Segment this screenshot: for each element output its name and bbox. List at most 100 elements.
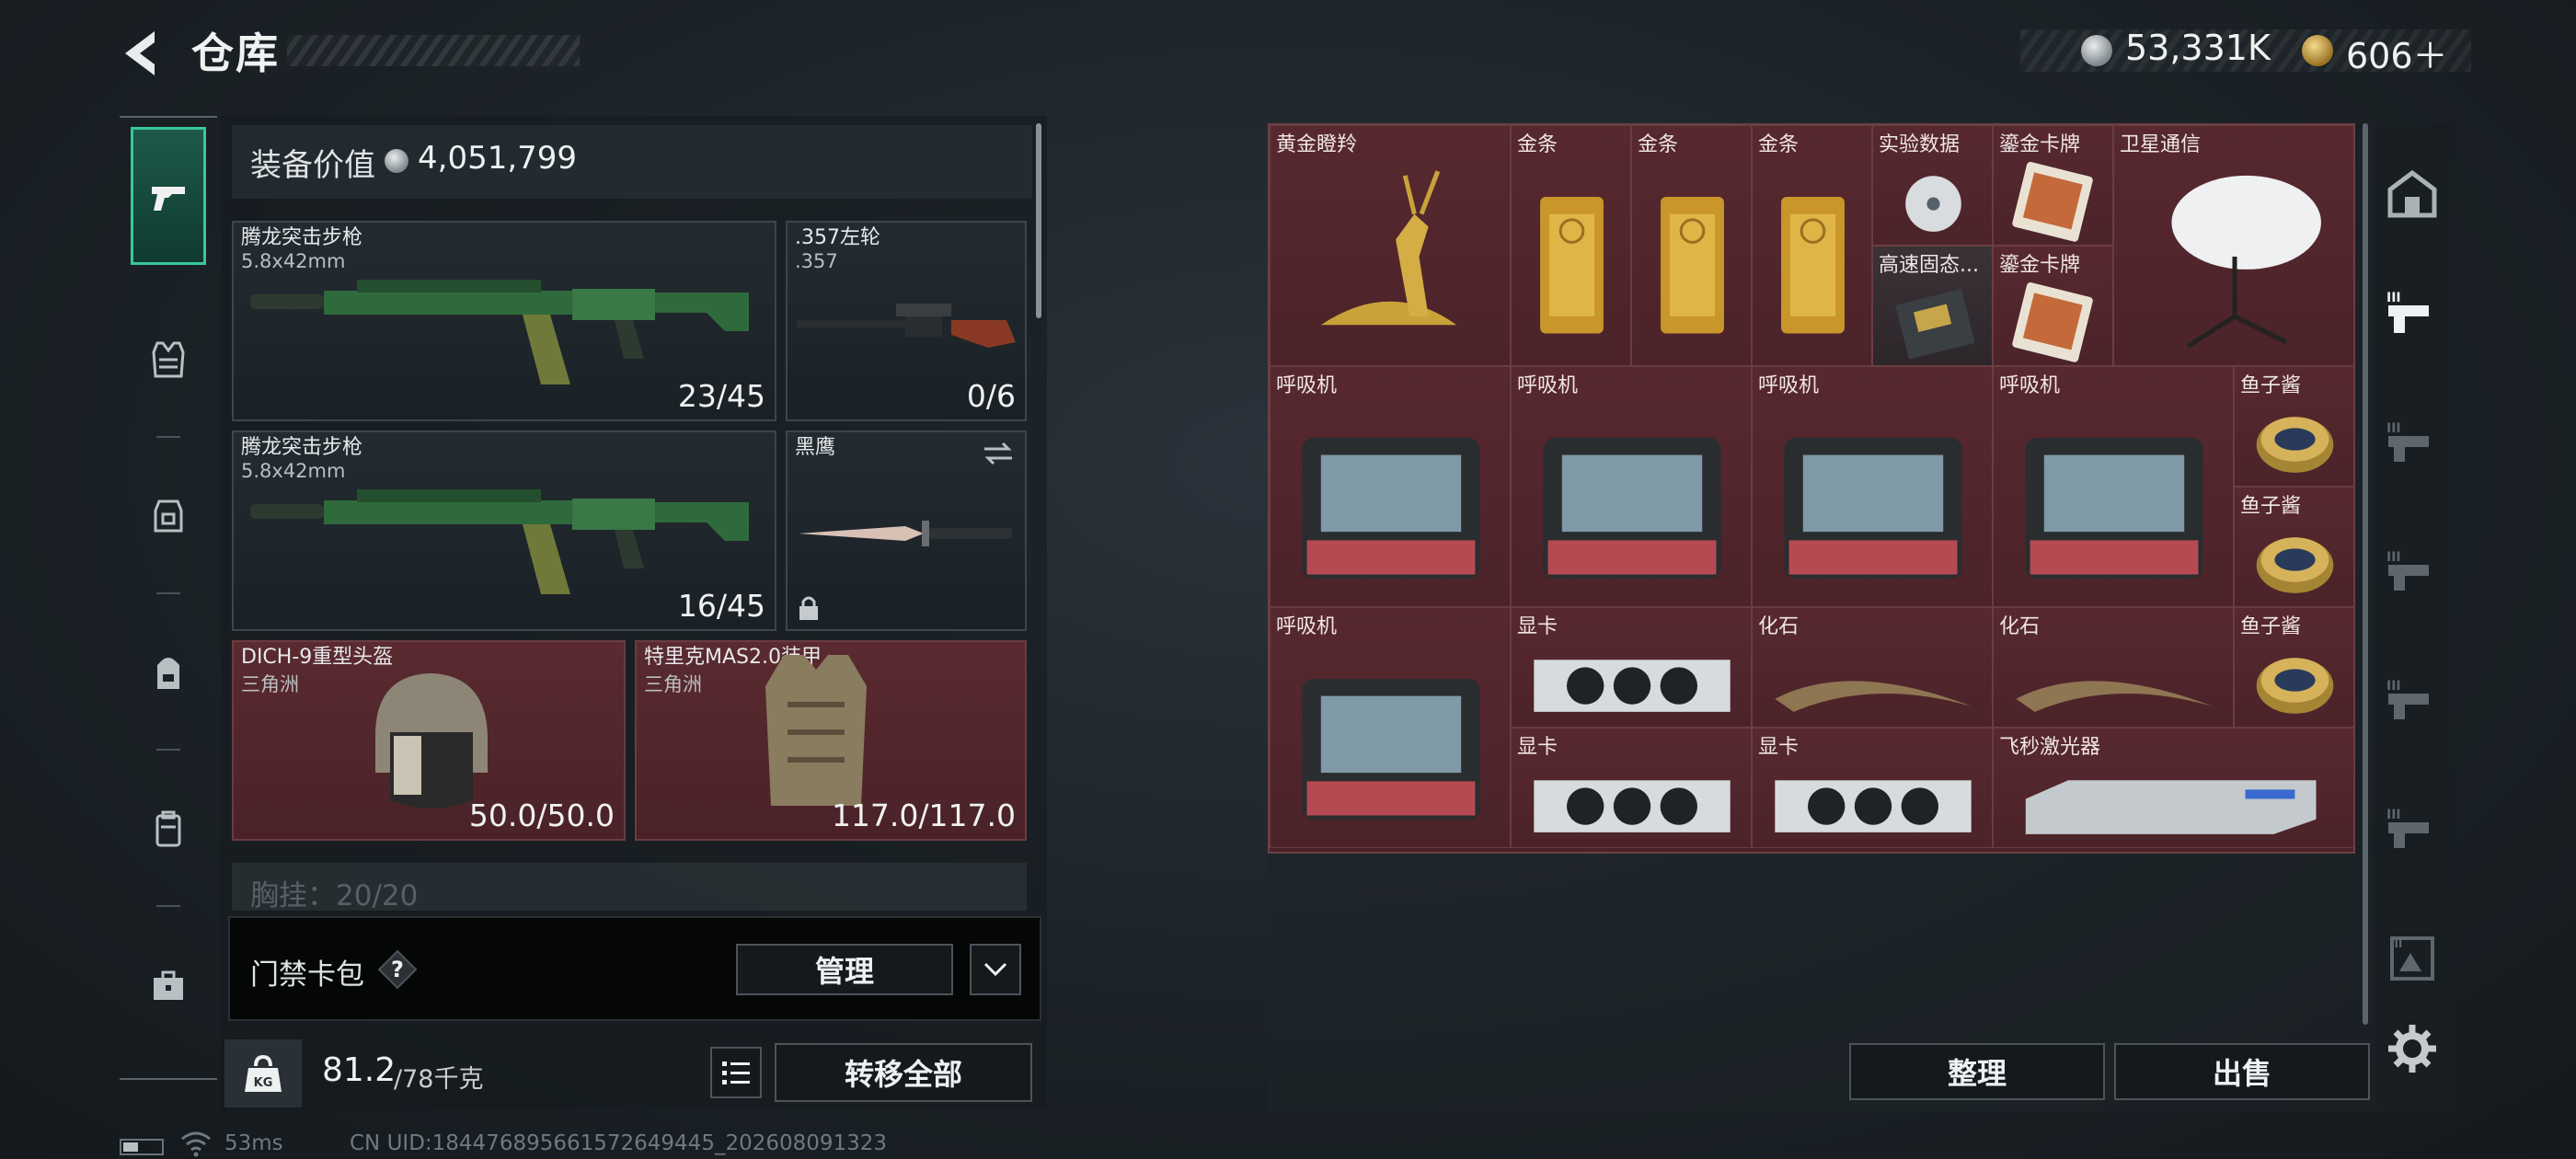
gold-balance[interactable]: 606＋	[2346, 28, 2448, 78]
nav-armor[interactable]	[131, 291, 206, 429]
storage-item-gilded-card[interactable]: 鎏金卡牌	[1993, 125, 2113, 246]
weapon-rack-icon: III	[2386, 291, 2429, 333]
nav-chest-rig[interactable]	[131, 447, 206, 585]
durability: 50.0/50.0	[468, 798, 615, 833]
svg-text:III: III	[2386, 679, 2401, 694]
storage-item-gold-bar[interactable]: 金条	[1511, 125, 1631, 366]
storage-tab-weapons-3[interactable]: III	[2379, 281, 2445, 348]
revolver-rifle-icon	[797, 304, 1016, 348]
lock-icon	[799, 596, 818, 620]
storage-item-caviar-tin[interactable]: 鱼子酱	[2234, 487, 2354, 607]
list-view-button[interactable]	[710, 1047, 762, 1098]
swap-icon[interactable]	[981, 440, 1016, 467]
chest-rig-label: 胸挂：20/20	[250, 879, 419, 912]
storage-tab-5[interactable]: III	[2379, 668, 2445, 734]
manage-dropdown-button[interactable]	[970, 944, 1021, 995]
storage-item-label: 呼吸机	[1758, 374, 1820, 397]
storage-item-satellite-dish[interactable]: 卫星通信	[2113, 125, 2354, 366]
assault-rifle-icon	[250, 489, 749, 594]
durability: 117.0/117.0	[831, 798, 1016, 833]
gold-bar-icon	[1661, 197, 1724, 334]
secondary-weapon-slot[interactable]: .357左轮 .357 0/6	[786, 221, 1027, 421]
nav-divider	[120, 1078, 217, 1080]
storage-item-label: 呼吸机	[1276, 374, 1338, 397]
storage-item-label: 金条	[1758, 133, 1800, 156]
slot-caliber: .357	[795, 250, 838, 272]
nav-weapons[interactable]	[131, 127, 206, 265]
caviar-tin-icon	[2256, 537, 2334, 593]
storage-tab-6[interactable]: III	[2379, 797, 2445, 863]
slot-name: 黑鹰	[795, 436, 836, 459]
melee-weapon-slot[interactable]: 黑鹰	[786, 430, 1027, 631]
storage-item-gilded-card[interactable]: 鎏金卡牌	[1993, 246, 2113, 366]
gold-bar-icon	[1540, 197, 1604, 334]
storage-item-label: 金条	[1517, 133, 1558, 156]
storage-item-gold-bar[interactable]: 金条	[1752, 125, 1872, 366]
storage-tab-3[interactable]: III	[2379, 410, 2445, 476]
storage-item-ventilator[interactable]: 呼吸机	[1511, 366, 1752, 607]
storage-item-ventilator[interactable]: 呼吸机	[1270, 607, 1511, 848]
display-case-icon: III	[2390, 936, 2434, 981]
nav-divider	[156, 436, 180, 438]
storage-item-graphics-card[interactable]: 显卡	[1511, 607, 1752, 728]
storage-item-gold-bar[interactable]: 金条	[1631, 125, 1752, 366]
storage-item-femtosecond-laser[interactable]: 飞秒激光器	[1993, 728, 2354, 848]
storage-item-caviar-tin[interactable]: 鱼子酱	[2234, 366, 2354, 487]
storage-item-label: 飞秒激光器	[1999, 736, 2101, 759]
title-decor-stripe	[287, 35, 580, 66]
chest-rig-icon	[154, 499, 183, 533]
list-icon	[722, 1061, 750, 1084]
storage-nav-scrollbar[interactable]	[2363, 123, 2368, 1025]
storage-item-ventilator[interactable]: 呼吸机	[1993, 366, 2234, 607]
storage-home-tab[interactable]	[2379, 160, 2445, 226]
storage-item-ssd[interactable]: 高速固态...	[1872, 246, 1993, 366]
caviar-tin-icon	[2256, 417, 2334, 473]
svg-text:III: III	[2390, 937, 2402, 950]
equipment-value: 4,051,799	[418, 140, 578, 177]
storage-tab-4[interactable]: III	[2379, 539, 2445, 605]
sort-button[interactable]: 整理	[1849, 1043, 2105, 1100]
back-arrow-icon	[125, 31, 155, 75]
storage-item-graphics-card[interactable]: 显卡	[1752, 728, 1993, 848]
manage-button[interactable]: 管理	[736, 944, 953, 995]
transfer-all-button[interactable]: 转移全部	[775, 1043, 1032, 1102]
gold-coin-icon	[2302, 35, 2333, 66]
kettlebell-icon: KG	[245, 1054, 282, 1092]
current-weight: 81.2	[322, 1051, 397, 1089]
storage-item-caviar-tin[interactable]: 鱼子酱	[2234, 607, 2354, 728]
sell-button[interactable]: 出售	[2114, 1043, 2370, 1100]
helmet-slot[interactable]: DICH-9重型头盔 三角洲 50.0/50.0	[232, 640, 626, 841]
primary-weapon-slot[interactable]: 腾龙突击步枪 5.8x42mm 23/45	[232, 221, 776, 421]
backpack-icon	[157, 658, 179, 689]
storage-item-ventilator[interactable]: 呼吸机	[1270, 366, 1511, 607]
nav-safebox[interactable]	[131, 916, 206, 1054]
ammo-count: 0/6	[966, 378, 1016, 414]
storage-item-fossil-claw[interactable]: 化石	[1752, 607, 1993, 728]
storage-item-label: 显卡	[1758, 736, 1800, 759]
storage-item-ventilator[interactable]: 呼吸机	[1752, 366, 1993, 607]
ventilator-icon	[1302, 438, 1480, 580]
primary-weapon-slot[interactable]: 腾龙突击步枪 5.8x42mm 16/45	[232, 430, 776, 631]
nav-divider	[120, 116, 217, 118]
ventilator-icon	[1543, 438, 1721, 580]
svg-text:III: III	[2386, 550, 2401, 565]
help-button[interactable]: ?	[377, 949, 418, 990]
back-button[interactable]	[118, 28, 164, 79]
nav-pouch[interactable]	[131, 760, 206, 898]
nav-backpack[interactable]	[131, 603, 206, 741]
storage-item-label: 化石	[1999, 615, 2041, 638]
weapon-rack-icon: III	[2386, 808, 2429, 848]
body-armor-slot[interactable]: 特里克MAS2.0装甲 三角洲 117.0/117.0	[635, 640, 1027, 841]
storage-item-label: 呼吸机	[1276, 615, 1338, 638]
storage-item-data-disc[interactable]: 实验数据	[1872, 125, 1993, 246]
equipment-scrollbar[interactable]	[1036, 123, 1041, 318]
storage-item-label: 呼吸机	[1517, 374, 1579, 397]
slot-name: 腾龙突击步枪	[241, 436, 363, 459]
storage-tab-7[interactable]: III	[2379, 925, 2445, 992]
storage-item-fossil-claw[interactable]: 化石	[1993, 607, 2234, 728]
storage-item-graphics-card[interactable]: 显卡	[1511, 728, 1752, 848]
storage-item-gold-gazelle[interactable]: 黄金瞪羚	[1270, 125, 1511, 366]
settings-button[interactable]	[2379, 1016, 2445, 1082]
page-title: 仓库	[191, 29, 280, 78]
equipment-value-label: 装备价值	[250, 147, 375, 184]
